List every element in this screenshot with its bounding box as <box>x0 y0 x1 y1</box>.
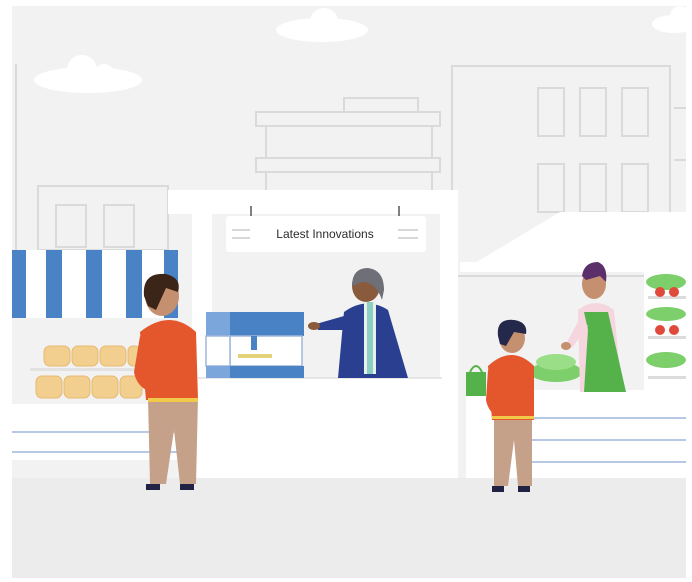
market-scene-illustration: Latest Innovations <box>0 0 692 582</box>
vegetable-shelf <box>644 270 686 390</box>
sign-label: Latest Innovations <box>276 227 373 241</box>
ground <box>12 478 686 578</box>
bread-shelf <box>30 368 150 371</box>
3d-printer-icon <box>205 312 304 378</box>
